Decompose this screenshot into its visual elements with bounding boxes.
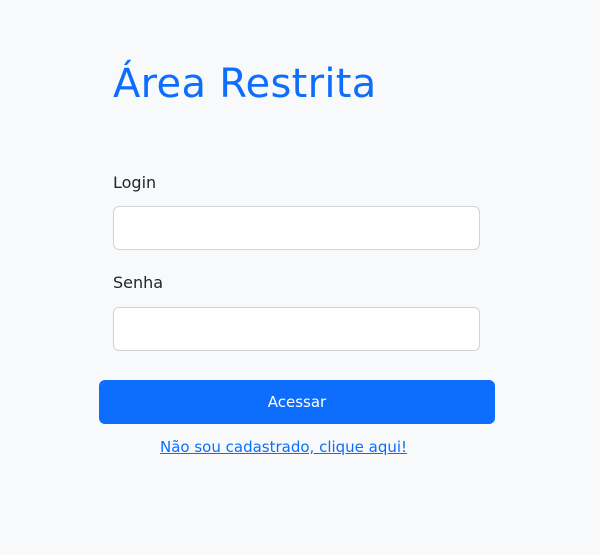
register-link[interactable]: Não sou cadastrado, clique aqui! (160, 437, 407, 457)
senha-input[interactable] (113, 307, 480, 351)
login-label: Login (113, 173, 157, 192)
login-page: Área Restrita Login Senha Acessar Não so… (0, 0, 600, 555)
page-title: Área Restrita (113, 61, 377, 107)
acessar-button[interactable]: Acessar (99, 380, 495, 424)
login-input[interactable] (113, 206, 480, 250)
senha-label: Senha (113, 273, 164, 292)
